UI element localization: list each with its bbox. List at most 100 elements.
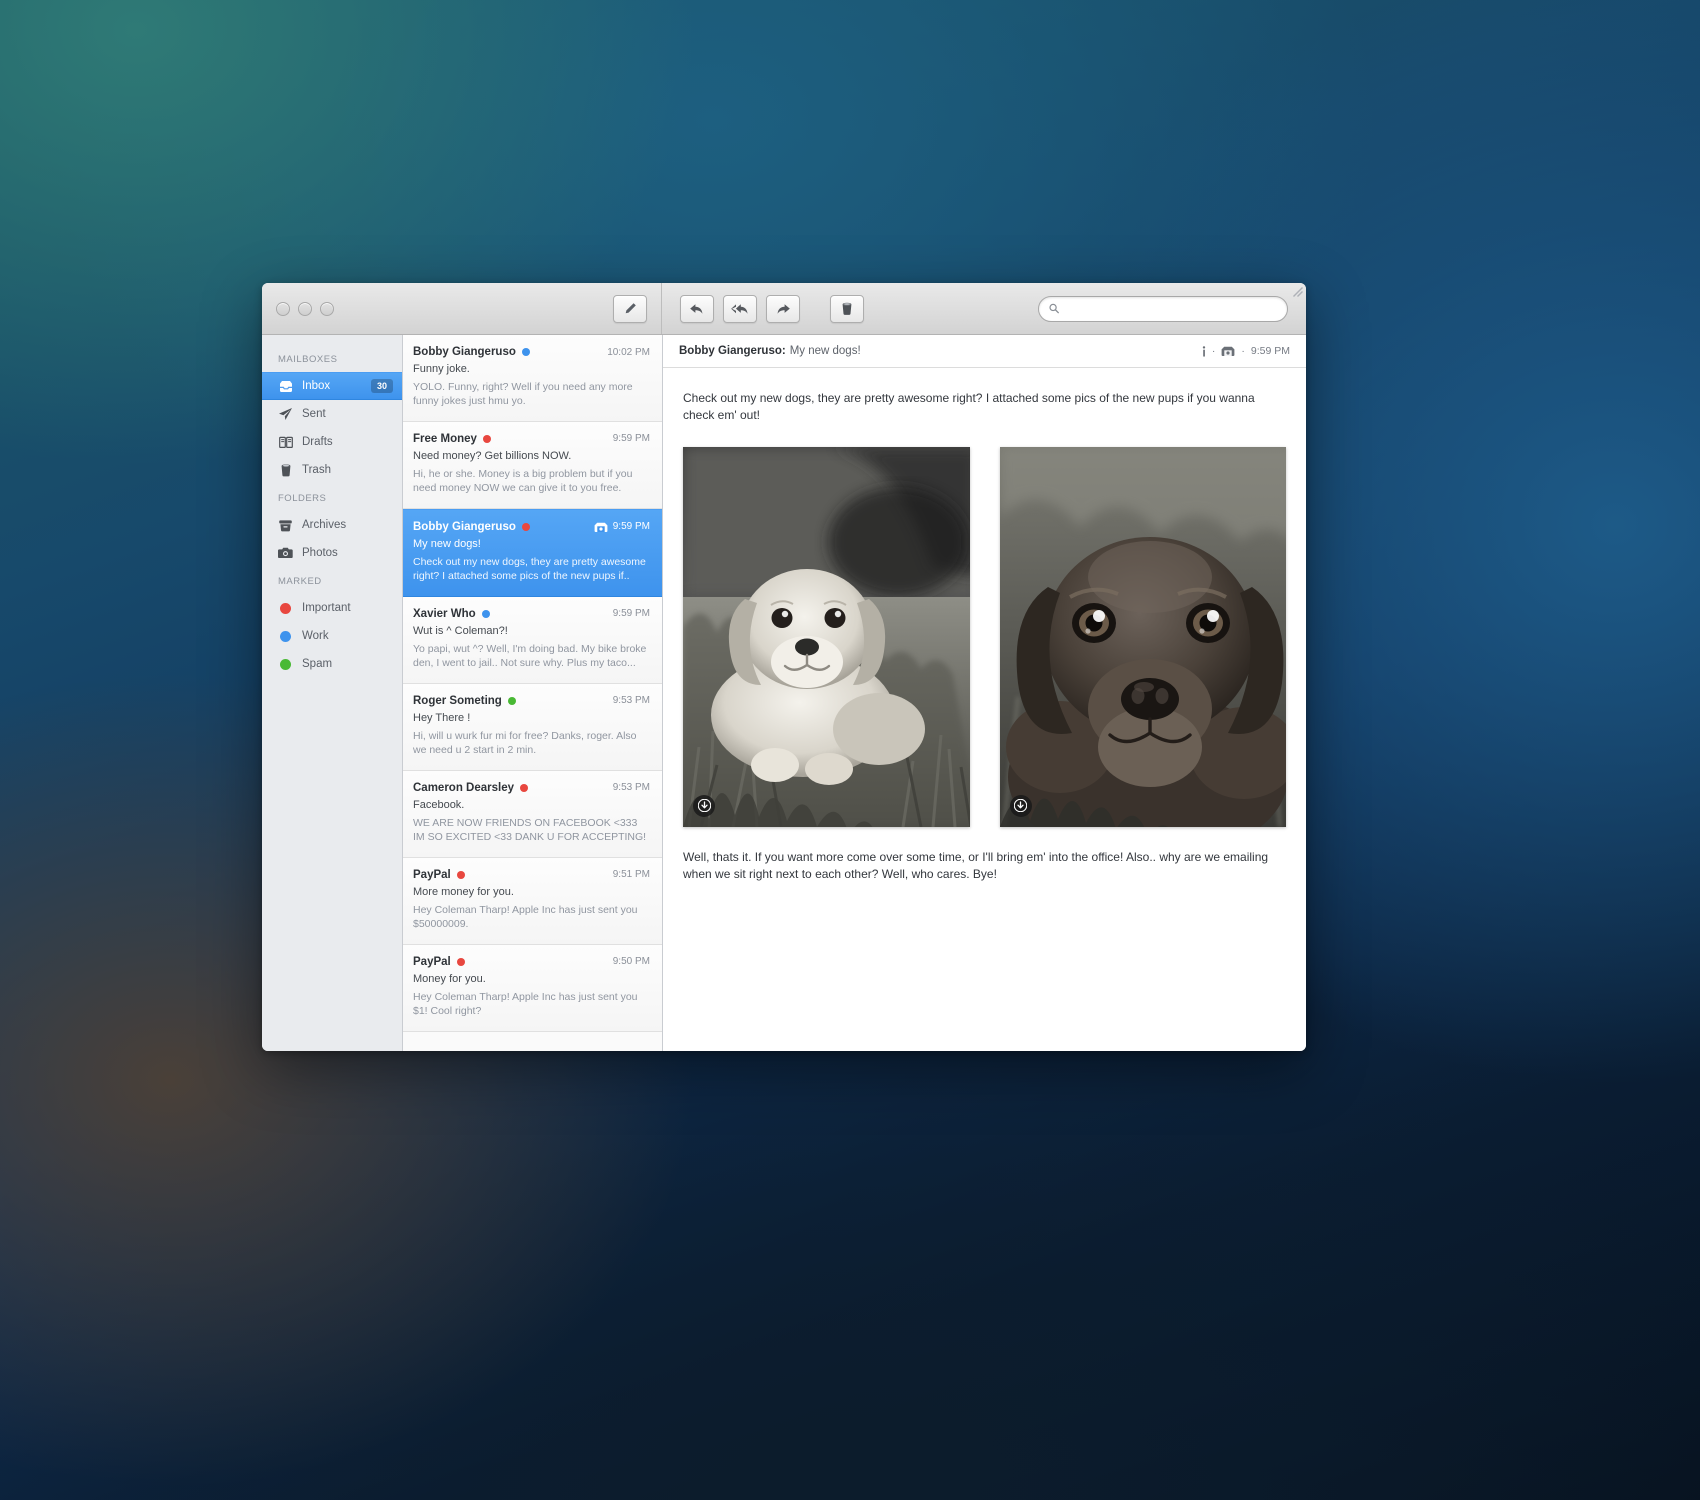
message-subject: Hey There !: [413, 711, 471, 724]
message-sender: Bobby Giangeruso:: [679, 345, 786, 357]
sidebar-item-important[interactable]: Important: [262, 594, 402, 622]
message-item-header: PayPal 9:51 PM: [413, 869, 650, 881]
message-time-wrap: 10:02 PM: [607, 347, 650, 358]
sidebar-item-label: Trash: [302, 464, 331, 476]
sidebar-item-spam[interactable]: Spam: [262, 650, 402, 678]
sidebar-item-sent[interactable]: Sent: [262, 400, 402, 428]
reply-all-button[interactable]: [723, 294, 757, 323]
dot-icon: [278, 602, 293, 614]
message-list-item[interactable]: PayPal 9:51 PM More money for you. Hey Cole…: [403, 857, 662, 945]
sidebar-item-photos[interactable]: Photos: [262, 539, 402, 567]
info-icon[interactable]: [1202, 345, 1206, 357]
message-sender: Cameron Dearsley: [413, 781, 514, 794]
compose-button[interactable]: [613, 294, 647, 323]
message-list-item[interactable]: Bobby Giangeruso 9:59 PM My new dogs! Check…: [403, 508, 662, 597]
forward-button[interactable]: [766, 294, 800, 323]
forward-arrow-icon: [777, 303, 790, 314]
dot-icon: [278, 630, 293, 642]
message-subject: Funny joke.: [413, 363, 470, 375]
sidebar-item-label: Work: [302, 630, 329, 642]
message-preview: WE ARE NOW FRIENDS ON FACEBOOK <333 IM S…: [413, 816, 647, 844]
sidebar-item-work[interactable]: Work: [262, 622, 402, 650]
reply-arrow-icon: [690, 303, 703, 314]
message-flag-dot: [481, 609, 490, 618]
download-attachment-2-button[interactable]: [1009, 794, 1032, 817]
meta-separator-2: ·: [1241, 345, 1245, 357]
message-list-item[interactable]: Bobby Giangeruso 10:02 PM Funny joke. YOLO.…: [403, 335, 662, 422]
sidebar: MAILBOXES Inbox 30 Sent Drafts Trash FOL…: [262, 335, 403, 1051]
yellow-labrador-puppy-photo: [683, 446, 970, 827]
message-item-header: Bobby Giangeruso 9:59 PM: [413, 521, 650, 533]
message-time: 9:53 PM: [612, 782, 650, 794]
message-time: 9:53 PM: [612, 695, 650, 707]
trash-icon: [842, 302, 852, 315]
attachment-photo-1[interactable]: [683, 446, 970, 827]
sidebar-item-trash[interactable]: Trash: [262, 456, 402, 484]
message-list-item[interactable]: Cameron Dearsley 9:53 PM Facebook. WE ARE N…: [403, 770, 662, 858]
message-time: 10:02 PM: [607, 346, 650, 358]
message-sender: Bobby Giangeruso: [413, 346, 516, 358]
message-time-wrap: 9:59 PM: [594, 521, 650, 533]
message-flag-dot: [482, 434, 491, 443]
message-list-item[interactable]: Roger Someting 9:53 PM Hey There ! Hi, will…: [403, 683, 662, 771]
window-body: MAILBOXES Inbox 30 Sent Drafts Trash FOL…: [262, 335, 1306, 1051]
message-item-header: Cameron Dearsley 9:53 PM: [413, 782, 650, 794]
download-attachment-1-button[interactable]: [693, 794, 715, 817]
message-list-item[interactable]: PayPal 9:50 PM Money for you. Hey Coleman T…: [403, 944, 662, 1032]
message-subject: Wut is ^ Coleman?!: [413, 624, 508, 637]
message-sender: PayPal: [413, 868, 451, 881]
message-time-wrap: 9:50 PM: [613, 956, 650, 967]
message-subject: My new dogs!: [789, 345, 861, 357]
message-sender: Free Money: [413, 432, 477, 445]
search-input[interactable]: [1065, 302, 1277, 315]
message-flag-dot: [520, 783, 528, 792]
titlebar-left-section: [262, 283, 662, 334]
attachment-row: [683, 446, 1286, 827]
message-preview: YOLO. Funny, right? Well if you need any…: [413, 381, 633, 408]
resize-grip-icon[interactable]: [1290, 285, 1304, 299]
message-time: 9:59 PM: [612, 433, 650, 445]
message-sender: Xavier Who: [413, 607, 476, 620]
delete-button[interactable]: [830, 294, 864, 323]
message-item-header: Free Money 9:59 PM: [413, 433, 650, 445]
book-icon: [278, 436, 293, 449]
sidebar-item-label: Important: [302, 602, 351, 614]
sidebar-item-inbox[interactable]: Inbox 30: [262, 372, 402, 400]
message-paragraph-bottom: Well, thats it. If you want more come ov…: [683, 849, 1269, 882]
message-list-item[interactable]: Free Money 9:59 PM Need money? Get billion…: [403, 421, 662, 509]
message-time: 9:59 PM: [1250, 345, 1290, 357]
sidebar-item-drafts[interactable]: Drafts: [262, 428, 402, 456]
message-time: 9:51 PM: [612, 869, 650, 881]
search-box[interactable]: [1038, 295, 1288, 322]
sidebar-item-label: Inbox: [302, 380, 331, 392]
inbox-unread-badge: 30: [370, 379, 393, 393]
sidebar-section-marked-title: MARKED: [278, 576, 322, 587]
mail-app-window: MAILBOXES Inbox 30 Sent Drafts Trash FOL…: [262, 283, 1306, 1051]
sidebar-section-folders-title: FOLDERS: [278, 493, 327, 504]
message-subject: Facebook.: [413, 798, 465, 811]
message-list[interactable]: Bobby Giangeruso 10:02 PM Funny joke. YOLO.…: [403, 335, 663, 1051]
meta-separator-1: ·: [1211, 345, 1216, 357]
reply-button[interactable]: [680, 294, 714, 323]
message-body: Check out my new dogs, they are pretty a…: [663, 368, 1306, 904]
sidebar-item-label: Archives: [302, 519, 347, 531]
attachment-icon[interactable]: [1221, 345, 1235, 357]
sidebar-item-archives[interactable]: Archives: [262, 511, 402, 539]
message-list-item[interactable]: Xavier Who 9:59 PM Wut is ^ Coleman?! Yo pa…: [403, 596, 662, 684]
message-sender: Bobby Giangeruso: [413, 520, 516, 533]
download-arrow-icon: [1014, 799, 1027, 813]
message-flag-dot: [456, 870, 465, 879]
message-paragraph-top: Check out my new dogs, they are pretty a…: [683, 391, 1255, 423]
titlebar-right-section: [662, 283, 1306, 334]
minimize-button[interactable]: [298, 301, 312, 316]
message-meta: · · 9:59 PM: [1202, 345, 1290, 357]
zoom-button[interactable]: [320, 301, 334, 316]
message-time-wrap: 9:53 PM: [613, 695, 650, 706]
close-button[interactable]: [276, 301, 290, 316]
message-subject: Need money? Get billions NOW.: [413, 449, 572, 462]
message-flag-dot: [521, 348, 530, 356]
trash-icon: [278, 463, 293, 477]
message-preview: Hi, he or she. Money is a big problem bu…: [413, 467, 633, 495]
attachment-photo-2[interactable]: [999, 446, 1286, 827]
message-preview: Check out my new dogs, they are pretty a…: [413, 555, 646, 583]
